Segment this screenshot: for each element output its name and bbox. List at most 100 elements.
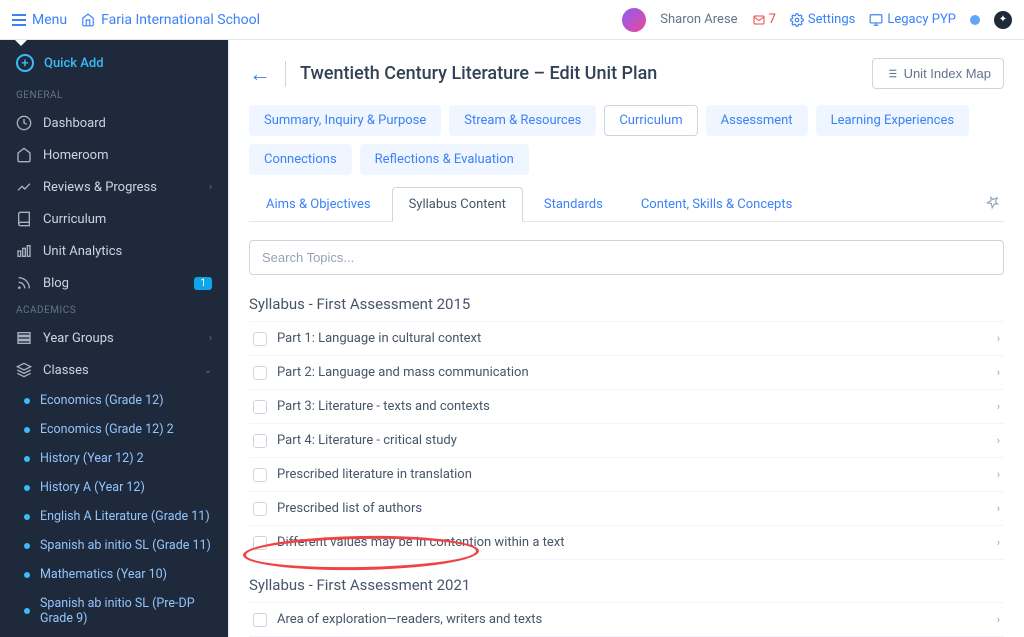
topic-row[interactable]: Prescribed list of authors› — [249, 492, 1004, 526]
list-icon — [885, 67, 898, 80]
class-label: Spanish ab initio SL (Pre-DP Grade 9) — [40, 596, 212, 626]
subtab-aims-objectives[interactable]: Aims & Objectives — [249, 187, 388, 221]
class-item[interactable]: Economics (Grade 12) — [0, 386, 228, 415]
subtab-syllabus-content[interactable]: Syllabus Content — [392, 187, 523, 221]
legacy-link[interactable]: Legacy PYP — [869, 12, 956, 27]
topic-row[interactable]: Part 4: Literature - critical study› — [249, 424, 1004, 458]
checkbox[interactable] — [253, 366, 267, 380]
dot-icon — [24, 427, 30, 433]
bars-icon — [16, 243, 32, 259]
settings-link[interactable]: Settings — [790, 12, 855, 27]
subtab-content-skills-concepts[interactable]: Content, Skills & Concepts — [624, 187, 809, 221]
nav-curriculum[interactable]: Curriculum — [0, 203, 228, 235]
unit-index-button[interactable]: Unit Index Map — [872, 58, 1004, 89]
class-label: History A (Year 12) — [40, 480, 145, 495]
nav-label: Unit Analytics — [43, 244, 122, 259]
chevron-right-icon: › — [997, 332, 1000, 345]
class-item[interactable]: Spanish ab initio SL (Pre-DP Grade 9) — [0, 589, 228, 633]
class-item[interactable]: Economics (Grade 12) 2 — [0, 415, 228, 444]
checkbox[interactable] — [253, 400, 267, 414]
class-label: Economics (Grade 12) 2 — [40, 422, 174, 437]
chevron-right-icon: › — [997, 468, 1000, 481]
nav-year-groups[interactable]: Year Groups› — [0, 322, 228, 354]
tab-assessment[interactable]: Assessment — [706, 105, 808, 136]
checkbox[interactable] — [253, 332, 267, 346]
nav-label: Reviews & Progress — [43, 180, 157, 195]
gear-icon — [790, 13, 804, 27]
school-name: Faria International School — [101, 12, 260, 28]
topic-row[interactable]: Part 1: Language in cultural context› — [249, 321, 1004, 356]
status-dot[interactable] — [970, 15, 980, 25]
settings-label: Settings — [808, 12, 855, 27]
class-item[interactable]: English A Literature (Grade 11) — [0, 502, 228, 531]
dot-icon — [24, 398, 30, 404]
group-title-2021: Syllabus - First Assessment 2021 — [249, 570, 1004, 602]
nav-label: Dashboard — [43, 116, 106, 131]
layers-icon — [16, 362, 32, 378]
tab-reflections-evaluation[interactable]: Reflections & Evaluation — [360, 144, 529, 175]
nav-dashboard[interactable]: Dashboard — [0, 107, 228, 139]
topic-row[interactable]: Prescribed literature in translation› — [249, 458, 1004, 492]
index-btn-label: Unit Index Map — [904, 66, 991, 81]
nav-blog[interactable]: Blog 1 — [0, 267, 228, 299]
search-topics-input[interactable] — [249, 240, 1004, 275]
class-item[interactable]: History A (Year 12) — [0, 473, 228, 502]
topic-row[interactable]: Part 3: Literature - texts and contexts› — [249, 390, 1004, 424]
topic-row[interactable]: Different values may be in contention wi… — [249, 526, 1004, 560]
tab-learning-experiences[interactable]: Learning Experiences — [816, 105, 970, 136]
tab-stream-resources[interactable]: Stream & Resources — [449, 105, 596, 136]
topic-label: Prescribed list of authors — [277, 501, 422, 516]
checkbox[interactable] — [253, 468, 267, 482]
class-item[interactable]: Spanish ab initio SL (Grade 11) — [0, 531, 228, 560]
monitor-icon — [869, 13, 883, 27]
tab-connections[interactable]: Connections — [249, 144, 352, 175]
quick-add-button[interactable]: + Quick Add — [0, 40, 228, 84]
checkbox[interactable] — [253, 613, 267, 627]
chevron-right-icon: › — [997, 434, 1000, 447]
dot-icon — [24, 456, 30, 462]
dot-icon — [24, 514, 30, 520]
nav-homeroom[interactable]: Homeroom — [0, 139, 228, 171]
hamburger-icon — [12, 14, 26, 26]
back-arrow[interactable]: ← — [249, 61, 271, 87]
nav-classes[interactable]: Classes⌄ — [0, 354, 228, 386]
class-item[interactable]: Mathematics (Year 10) — [0, 560, 228, 589]
tab-summary-inquiry-purpose[interactable]: Summary, Inquiry & Purpose — [249, 105, 441, 136]
school-link[interactable]: Faria International School — [81, 12, 260, 28]
plus-circle-icon: + — [16, 54, 34, 72]
nav-label: Blog — [43, 276, 69, 291]
checkbox[interactable] — [253, 502, 267, 516]
topic-row[interactable]: Part 2: Language and mass communication› — [249, 356, 1004, 390]
subtab-standards[interactable]: Standards — [527, 187, 620, 221]
class-label: English A Literature (Grade 11) — [40, 509, 210, 524]
menu-button[interactable]: Menu — [12, 12, 67, 28]
home-icon — [16, 147, 32, 163]
nav-label: Curriculum — [43, 212, 106, 227]
chevron-right-icon: › — [997, 536, 1000, 549]
topic-row[interactable]: Area of exploration—readers, writers and… — [249, 602, 1004, 637]
quick-add-label: Quick Add — [44, 56, 104, 71]
menu-label: Menu — [32, 12, 67, 28]
book-icon — [16, 211, 32, 227]
legacy-label: Legacy PYP — [887, 12, 956, 27]
chevron-right-icon: › — [997, 400, 1000, 413]
messages-link[interactable]: 7 — [752, 12, 776, 27]
class-item[interactable]: History (Year 12) 2 — [0, 444, 228, 473]
class-item[interactable]: ESL Core (Year 9) — [0, 633, 228, 637]
menu-pointer — [14, 40, 28, 46]
chevron-right-icon: › — [209, 333, 212, 344]
avatar[interactable] — [622, 8, 646, 32]
dot-icon — [24, 543, 30, 549]
badge: 1 — [194, 277, 212, 290]
nav-reviews-progress[interactable]: Reviews & Progress› — [0, 171, 228, 203]
checkbox[interactable] — [253, 536, 267, 550]
checkbox[interactable] — [253, 434, 267, 448]
page-title: Twentieth Century Literature – Edit Unit… — [300, 63, 657, 84]
tab-curriculum[interactable]: Curriculum — [604, 105, 697, 136]
chevron-right-icon: › — [997, 366, 1000, 379]
nav-unit-analytics[interactable]: Unit Analytics — [0, 235, 228, 267]
topic-label: Different values may be in contention wi… — [277, 535, 564, 550]
home-icon — [81, 13, 95, 27]
pin-icon[interactable] — [982, 187, 1004, 221]
org-badge-icon[interactable]: ✦ — [994, 11, 1012, 29]
